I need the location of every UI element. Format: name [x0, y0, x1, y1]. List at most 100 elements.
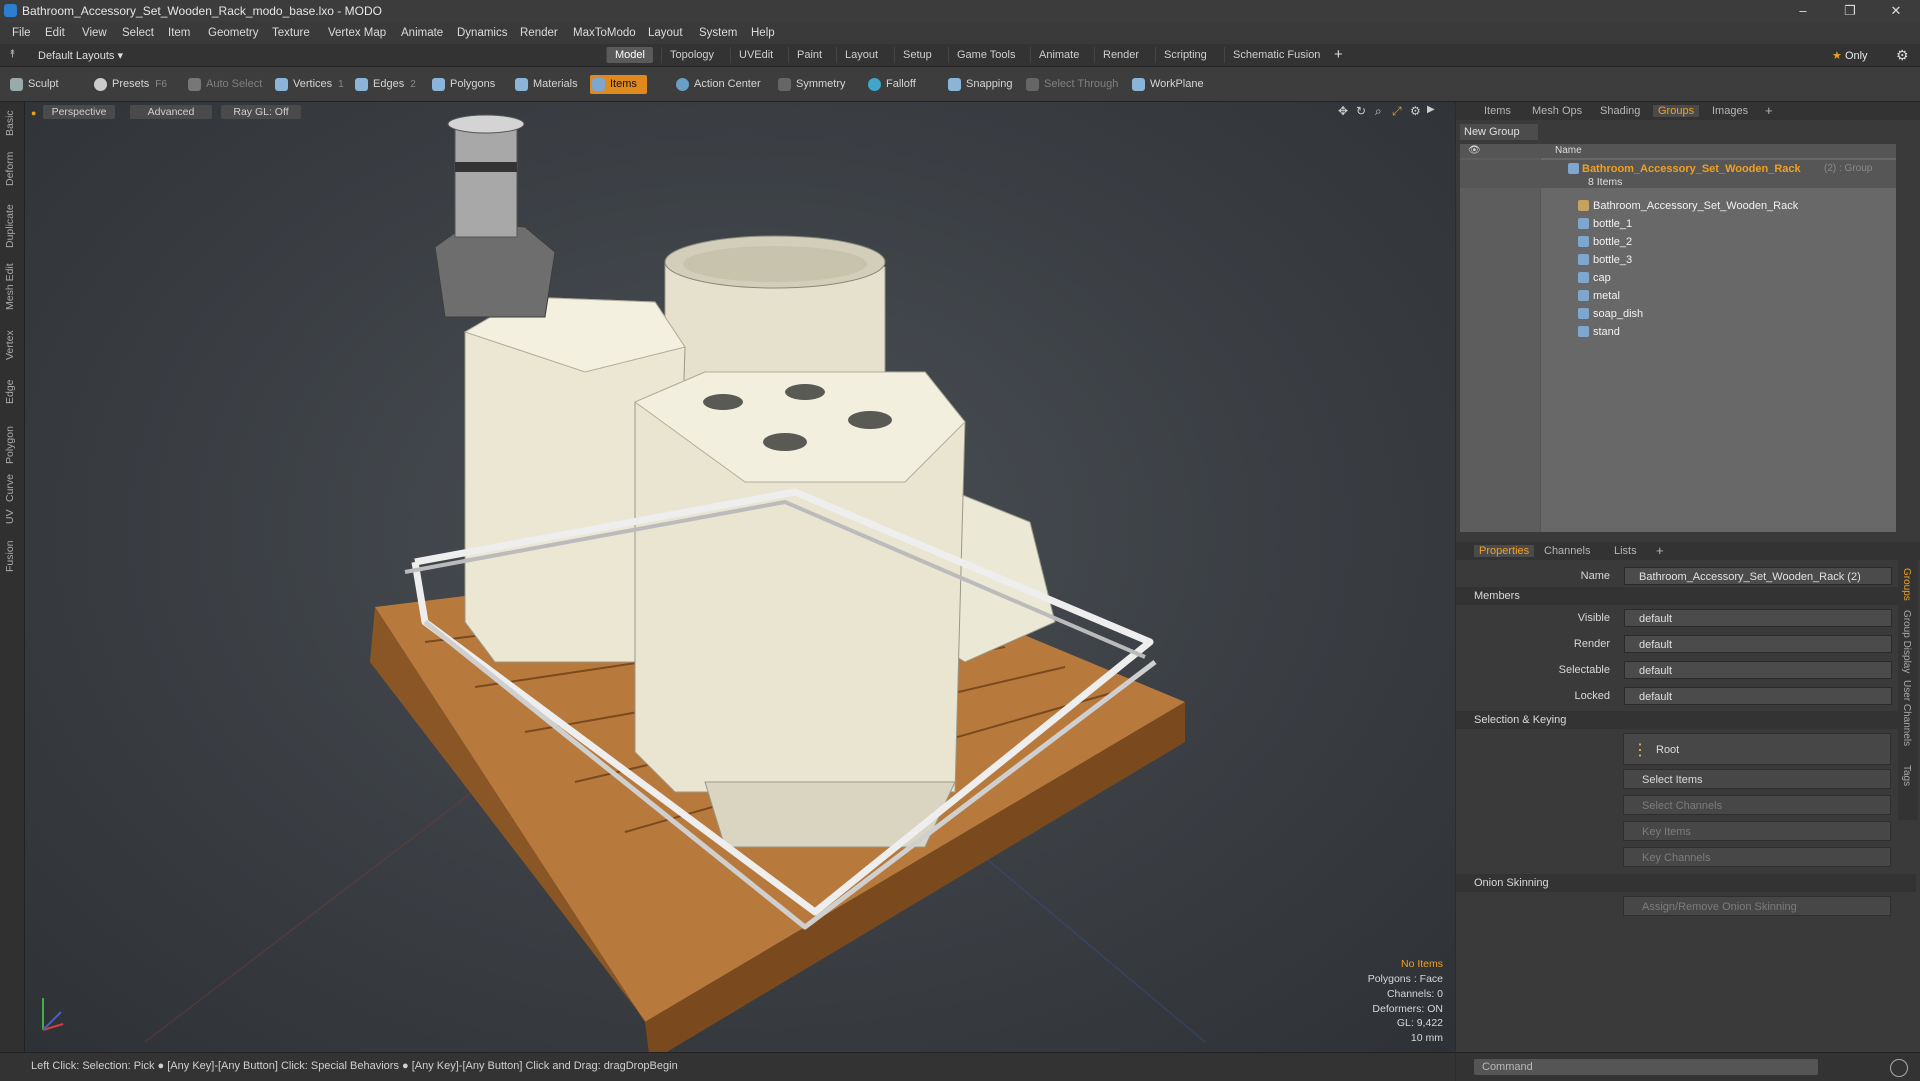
name-field[interactable]: Bathroom_Accessory_Set_Wooden_Rack (2)	[1624, 567, 1892, 585]
edges-button[interactable]: Edges 2	[353, 75, 416, 94]
key-items-button[interactable]: Key Items	[1623, 821, 1891, 841]
new-group-button[interactable]: New Group	[1460, 124, 1538, 140]
falloff-button[interactable]: Falloff	[866, 75, 916, 94]
menu-animate[interactable]: Animate	[401, 27, 443, 39]
action-center-button[interactable]: Action Center	[674, 75, 761, 94]
side-tab-group-display[interactable]: Group Display	[1901, 610, 1912, 673]
menu-layout[interactable]: Layout	[648, 27, 683, 39]
tab-game-tools[interactable]: Game Tools	[948, 47, 1024, 63]
eye-icon[interactable]: 👁	[1468, 145, 1481, 156]
snapping-button[interactable]: Snapping	[946, 75, 1013, 94]
select-items-button[interactable]: Select Items	[1623, 769, 1891, 789]
gear-icon[interactable]: ⚙	[1896, 47, 1909, 64]
left-tab-vertex[interactable]: Vertex	[4, 330, 16, 360]
side-tab-user-channels[interactable]: User Channels	[1901, 680, 1912, 746]
materials-button[interactable]: Materials	[513, 75, 578, 94]
presets-button[interactable]: Presets F6	[92, 75, 167, 94]
tab-setup[interactable]: Setup	[894, 47, 940, 63]
select-channels-button[interactable]: Select Channels	[1623, 795, 1891, 815]
name-column-header[interactable]: Name	[1555, 145, 1582, 156]
list-item[interactable]: Bathroom_Accessory_Set_Wooden_Rack	[1460, 197, 1896, 215]
locked-dropdown[interactable]: default	[1624, 687, 1892, 705]
vertices-button[interactable]: Vertices 1	[273, 75, 344, 94]
left-tab-edge[interactable]: Edge	[4, 379, 16, 404]
command-run-icon[interactable]	[1890, 1059, 1908, 1077]
tab-topology[interactable]: Topology	[661, 47, 722, 63]
menu-vertex-map[interactable]: Vertex Map	[328, 27, 386, 39]
tab-render[interactable]: Render	[1094, 47, 1147, 63]
tab-channels[interactable]: Channels	[1544, 545, 1590, 557]
layout-toggle-icon[interactable]: ⯭	[9, 48, 16, 61]
menu-edit[interactable]: Edit	[45, 27, 65, 39]
tab-animate[interactable]: Animate	[1030, 47, 1087, 63]
add-properties-tab-button[interactable]: +	[1656, 543, 1664, 558]
default-layouts-dropdown[interactable]: Default Layouts ▾	[38, 49, 123, 62]
root-button[interactable]: ⋮ Root	[1623, 733, 1891, 765]
items-button[interactable]: Items	[590, 75, 647, 94]
only-toggle[interactable]: ★ Only	[1832, 49, 1868, 62]
menu-select[interactable]: Select	[122, 27, 154, 39]
list-item[interactable]: cap	[1460, 269, 1896, 287]
menu-item[interactable]: Item	[168, 27, 190, 39]
tab-shading[interactable]: Shading	[1600, 105, 1640, 117]
members-section[interactable]: Members	[1456, 587, 1916, 605]
list-item[interactable]: soap_dish	[1460, 305, 1896, 323]
onion-skinning-section[interactable]: Onion Skinning	[1456, 874, 1916, 892]
left-tab-fusion[interactable]: Fusion	[4, 540, 16, 572]
key-channels-button[interactable]: Key Channels	[1623, 847, 1891, 867]
selection-keying-section[interactable]: Selection & Keying	[1456, 711, 1916, 729]
add-tab-button[interactable]: +	[1334, 46, 1343, 63]
command-input[interactable]: Command	[1474, 1059, 1818, 1075]
restore-button[interactable]: ❐	[1830, 0, 1870, 22]
menu-dynamics[interactable]: Dynamics	[457, 27, 507, 39]
tab-paint[interactable]: Paint	[788, 47, 830, 63]
left-tab-mesh-edit[interactable]: Mesh Edit	[4, 263, 16, 310]
symmetry-button[interactable]: Symmetry	[776, 75, 846, 94]
menu-texture[interactable]: Texture	[272, 27, 310, 39]
list-item[interactable]: stand	[1460, 323, 1896, 341]
side-tab-tags[interactable]: Tags	[1901, 765, 1912, 786]
list-item[interactable]: bottle_2	[1460, 233, 1896, 251]
left-tab-duplicate[interactable]: Duplicate	[4, 204, 16, 248]
tab-items[interactable]: Items	[1484, 105, 1511, 117]
polygons-button[interactable]: Polygons	[430, 75, 495, 94]
selectable-dropdown[interactable]: default	[1624, 661, 1892, 679]
left-tab-curve[interactable]: Curve	[4, 474, 16, 502]
close-button[interactable]: ✕	[1876, 0, 1916, 22]
menu-help[interactable]: Help	[751, 27, 775, 39]
left-tab-uv[interactable]: UV	[4, 509, 16, 524]
group-list[interactable]: 👁 Name Bathroom_Accessory_Set_Wooden_Rac…	[1460, 144, 1896, 532]
menu-geometry[interactable]: Geometry	[208, 27, 259, 39]
list-item[interactable]: metal	[1460, 287, 1896, 305]
menu-maxtomodo[interactable]: MaxToModo	[573, 27, 636, 39]
menu-render[interactable]: Render	[520, 27, 558, 39]
select-through-button[interactable]: Select Through	[1024, 75, 1118, 94]
list-item[interactable]: bottle_3	[1460, 251, 1896, 269]
tab-properties[interactable]: Properties	[1474, 545, 1535, 557]
tab-lists[interactable]: Lists	[1614, 545, 1637, 557]
assign-onion-button[interactable]: Assign/Remove Onion Skinning	[1623, 896, 1891, 916]
group-row[interactable]: Bathroom_Accessory_Set_Wooden_Rack (2) :…	[1460, 160, 1896, 188]
left-tab-basic[interactable]: Basic	[4, 110, 16, 136]
tab-layout[interactable]: Layout	[836, 47, 886, 63]
add-panel-tab-button[interactable]: +	[1765, 103, 1773, 118]
sculpt-button[interactable]: Sculpt	[8, 75, 59, 94]
tab-scripting[interactable]: Scripting	[1155, 47, 1215, 63]
render-dropdown[interactable]: default	[1624, 635, 1892, 653]
minimize-button[interactable]: –	[1783, 0, 1823, 22]
auto-select-button[interactable]: Auto Select	[186, 75, 262, 94]
3d-viewport[interactable]: ● Perspective Advanced Ray GL: Off ✥ ↻ ⌕…	[25, 102, 1455, 1052]
list-item[interactable]: bottle_1	[1460, 215, 1896, 233]
left-tab-deform[interactable]: Deform	[4, 152, 16, 186]
tab-uvedit[interactable]: UVEdit	[730, 47, 781, 63]
side-tab-groups[interactable]: Groups	[1901, 568, 1912, 601]
menu-system[interactable]: System	[699, 27, 737, 39]
tab-model[interactable]: Model	[606, 47, 653, 63]
workplane-button[interactable]: WorkPlane	[1130, 75, 1204, 94]
tab-mesh-ops[interactable]: Mesh Ops	[1532, 105, 1582, 117]
left-tab-polygon[interactable]: Polygon	[4, 426, 16, 464]
menu-file[interactable]: File	[12, 27, 31, 39]
tab-images[interactable]: Images	[1712, 105, 1748, 117]
visible-dropdown[interactable]: default	[1624, 609, 1892, 627]
tab-schematic-fusion[interactable]: Schematic Fusion	[1224, 47, 1328, 63]
